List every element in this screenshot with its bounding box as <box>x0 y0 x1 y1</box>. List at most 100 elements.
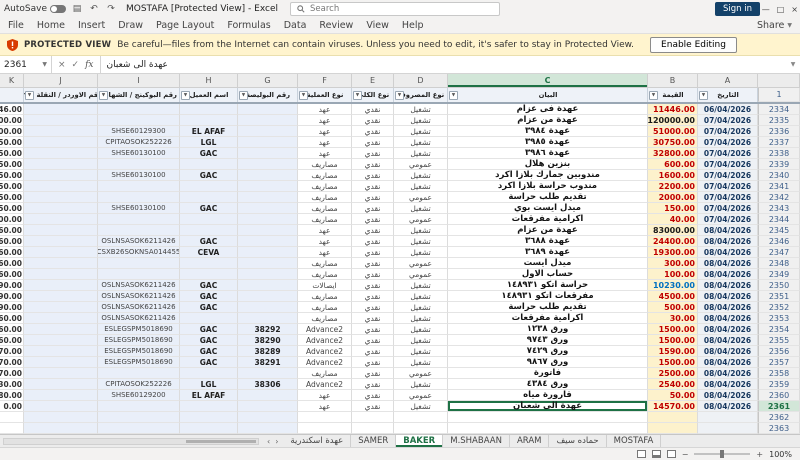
cell-order[interactable] <box>24 236 98 247</box>
cell-client[interactable]: LGL <box>180 379 238 390</box>
cell-bl[interactable]: ESLEGSPM5018690 <box>98 335 180 346</box>
cell-exp[interactable]: تشغيل <box>394 236 448 247</box>
cell-k[interactable]: 0000.00 <box>0 115 24 126</box>
cell-date[interactable]: 07/04/2026 <box>698 148 758 159</box>
filter-dropdown-icon[interactable]: ▼ <box>353 91 362 100</box>
column-header[interactable]: القيمة ▼ <box>648 88 698 102</box>
sheet-tab-حماده-سيف[interactable]: حماده سيف <box>549 435 607 447</box>
cell-exp[interactable]: عمومي <box>394 192 448 203</box>
zoom-in-button[interactable]: + <box>756 450 763 459</box>
scrollbar-track[interactable] <box>3 437 259 445</box>
cell-stmt[interactable]: تقديم طلب حراسة <box>448 192 648 203</box>
filter-dropdown-icon[interactable]: ▼ <box>239 91 248 100</box>
cell-exp[interactable]: تشغيل <box>394 357 448 368</box>
row-number[interactable]: 2334 <box>758 104 800 115</box>
cell-exp[interactable]: تشغيل <box>394 379 448 390</box>
row-number[interactable]: 2335 <box>758 115 800 126</box>
ribbon-tab-home[interactable]: Home <box>37 20 65 31</box>
cell-value[interactable]: 150.00 <box>648 203 698 214</box>
cell-bl[interactable]: OSLNSASOK6211426 <box>98 302 180 313</box>
cell-bl[interactable] <box>98 214 180 225</box>
maximize-button[interactable]: □ <box>777 5 785 14</box>
cell-stmt[interactable]: عهدة من عزام <box>448 115 648 126</box>
horizontal-scrollbar[interactable] <box>0 435 262 447</box>
row-number[interactable]: 2362 <box>758 412 800 423</box>
cell-cash[interactable]: نقدي <box>352 126 394 137</box>
search-box[interactable]: Search <box>290 2 500 16</box>
cell-client[interactable] <box>180 159 238 170</box>
ribbon-tab-data[interactable]: Data <box>284 20 307 31</box>
cell-bl[interactable] <box>98 115 180 126</box>
cell-op[interactable] <box>298 423 352 434</box>
cell-k[interactable]: 4230.00 <box>0 379 24 390</box>
cell-bl[interactable] <box>98 181 180 192</box>
row-number[interactable]: 2357 <box>758 357 800 368</box>
cell-stmt[interactable]: حساب الاول <box>448 269 648 280</box>
sheet-tab-BAKER[interactable]: BAKER <box>396 435 444 447</box>
cell-client[interactable]: EL AFAF <box>180 126 238 137</box>
cell-order[interactable] <box>24 379 98 390</box>
cell-exp[interactable]: تشغيل <box>394 148 448 159</box>
cell-date[interactable]: 08/04/2026 <box>698 247 758 258</box>
cell-exp[interactable]: عمومي <box>394 214 448 225</box>
cell-client[interactable] <box>180 313 238 324</box>
cell-value[interactable]: 2200.00 <box>648 181 698 192</box>
cell-value[interactable]: 19300.00 <box>648 247 698 258</box>
cell-value[interactable]: 120000.00 <box>648 115 698 126</box>
column-header[interactable]: نوع المصروف ▼ <box>394 88 448 102</box>
cell-value[interactable]: 2000.00 <box>648 192 698 203</box>
cell-cash[interactable] <box>352 423 394 434</box>
sheet-tab-عهدة-اسكندرية[interactable]: عهدة اسكندرية <box>283 435 352 447</box>
cell-order[interactable] <box>24 357 98 368</box>
row-number[interactable]: 2341 <box>758 181 800 192</box>
cell-order[interactable] <box>24 181 98 192</box>
column-header[interactable]: نوع الكلي ▼ <box>352 88 394 102</box>
cell-client[interactable] <box>180 269 238 280</box>
cell-k[interactable]: 6300.00 <box>0 214 24 225</box>
row-number[interactable]: 2353 <box>758 313 800 324</box>
column-letter-E[interactable]: E <box>352 74 394 87</box>
cell-bl[interactable]: ESLEGSPM5018690 <box>98 357 180 368</box>
cell-policy[interactable]: 38292 <box>238 324 298 335</box>
cell-op[interactable]: عهد <box>298 247 352 258</box>
cell-exp[interactable]: تشغيل <box>394 104 448 115</box>
cell-stmt[interactable]: حراسة اتكو ١٤٨٩٣١ <box>448 280 648 291</box>
cell-exp[interactable]: تشغيل <box>394 302 448 313</box>
cell-bl[interactable] <box>98 368 180 379</box>
cell-client[interactable]: GAC <box>180 170 238 181</box>
cell-value[interactable]: 50.00 <box>648 390 698 401</box>
cell-op[interactable]: Advance2 <box>298 357 352 368</box>
cell-client[interactable] <box>180 192 238 203</box>
cell-date[interactable]: 06/04/2026 <box>698 104 758 115</box>
cell-cash[interactable]: نقدي <box>352 104 394 115</box>
name-box-dropdown-icon[interactable]: ▼ <box>42 61 47 68</box>
sheet-tab-M.SHABAAN[interactable]: M.SHABAAN <box>443 435 510 447</box>
cell-policy[interactable]: 38306 <box>238 379 298 390</box>
cell-op[interactable]: مصاريف <box>298 269 352 280</box>
sheet-tab-MOSTAFA[interactable]: MOSTAFA <box>607 435 662 447</box>
page-layout-view-button[interactable] <box>651 450 661 458</box>
cell-k[interactable] <box>0 412 24 423</box>
cell-k[interactable]: 0560.00 <box>0 247 24 258</box>
cell-k[interactable]: 2250.00 <box>0 170 24 181</box>
cell-bl[interactable]: CPITAOSOK252226 <box>98 379 180 390</box>
cell-order[interactable] <box>24 269 98 280</box>
ribbon-tab-formulas[interactable]: Formulas <box>227 20 270 31</box>
cell-op[interactable]: عهد <box>298 115 352 126</box>
cell-exp[interactable]: تشغيل <box>394 203 448 214</box>
cell-k[interactable]: 0390.00 <box>0 280 24 291</box>
formula-input[interactable]: عهدة الى شعبان <box>101 56 786 73</box>
cell-date[interactable]: 08/04/2026 <box>698 335 758 346</box>
cell-stmt[interactable]: عهدة ٣٩٨٤ <box>448 126 648 137</box>
row-number[interactable]: 2352 <box>758 302 800 313</box>
cell-value[interactable]: 1500.00 <box>648 324 698 335</box>
cell-exp[interactable]: عمومي <box>394 269 448 280</box>
cell-k[interactable] <box>0 423 24 434</box>
cell-date[interactable]: 07/04/2026 <box>698 192 758 203</box>
cell-exp[interactable]: تشغيل <box>394 346 448 357</box>
cell-order[interactable] <box>24 335 98 346</box>
cell-k[interactable]: 5890.00 <box>0 291 24 302</box>
cell-k[interactable]: 7850.00 <box>0 159 24 170</box>
cell-value[interactable]: 1500.00 <box>648 357 698 368</box>
cell-policy[interactable] <box>238 280 298 291</box>
